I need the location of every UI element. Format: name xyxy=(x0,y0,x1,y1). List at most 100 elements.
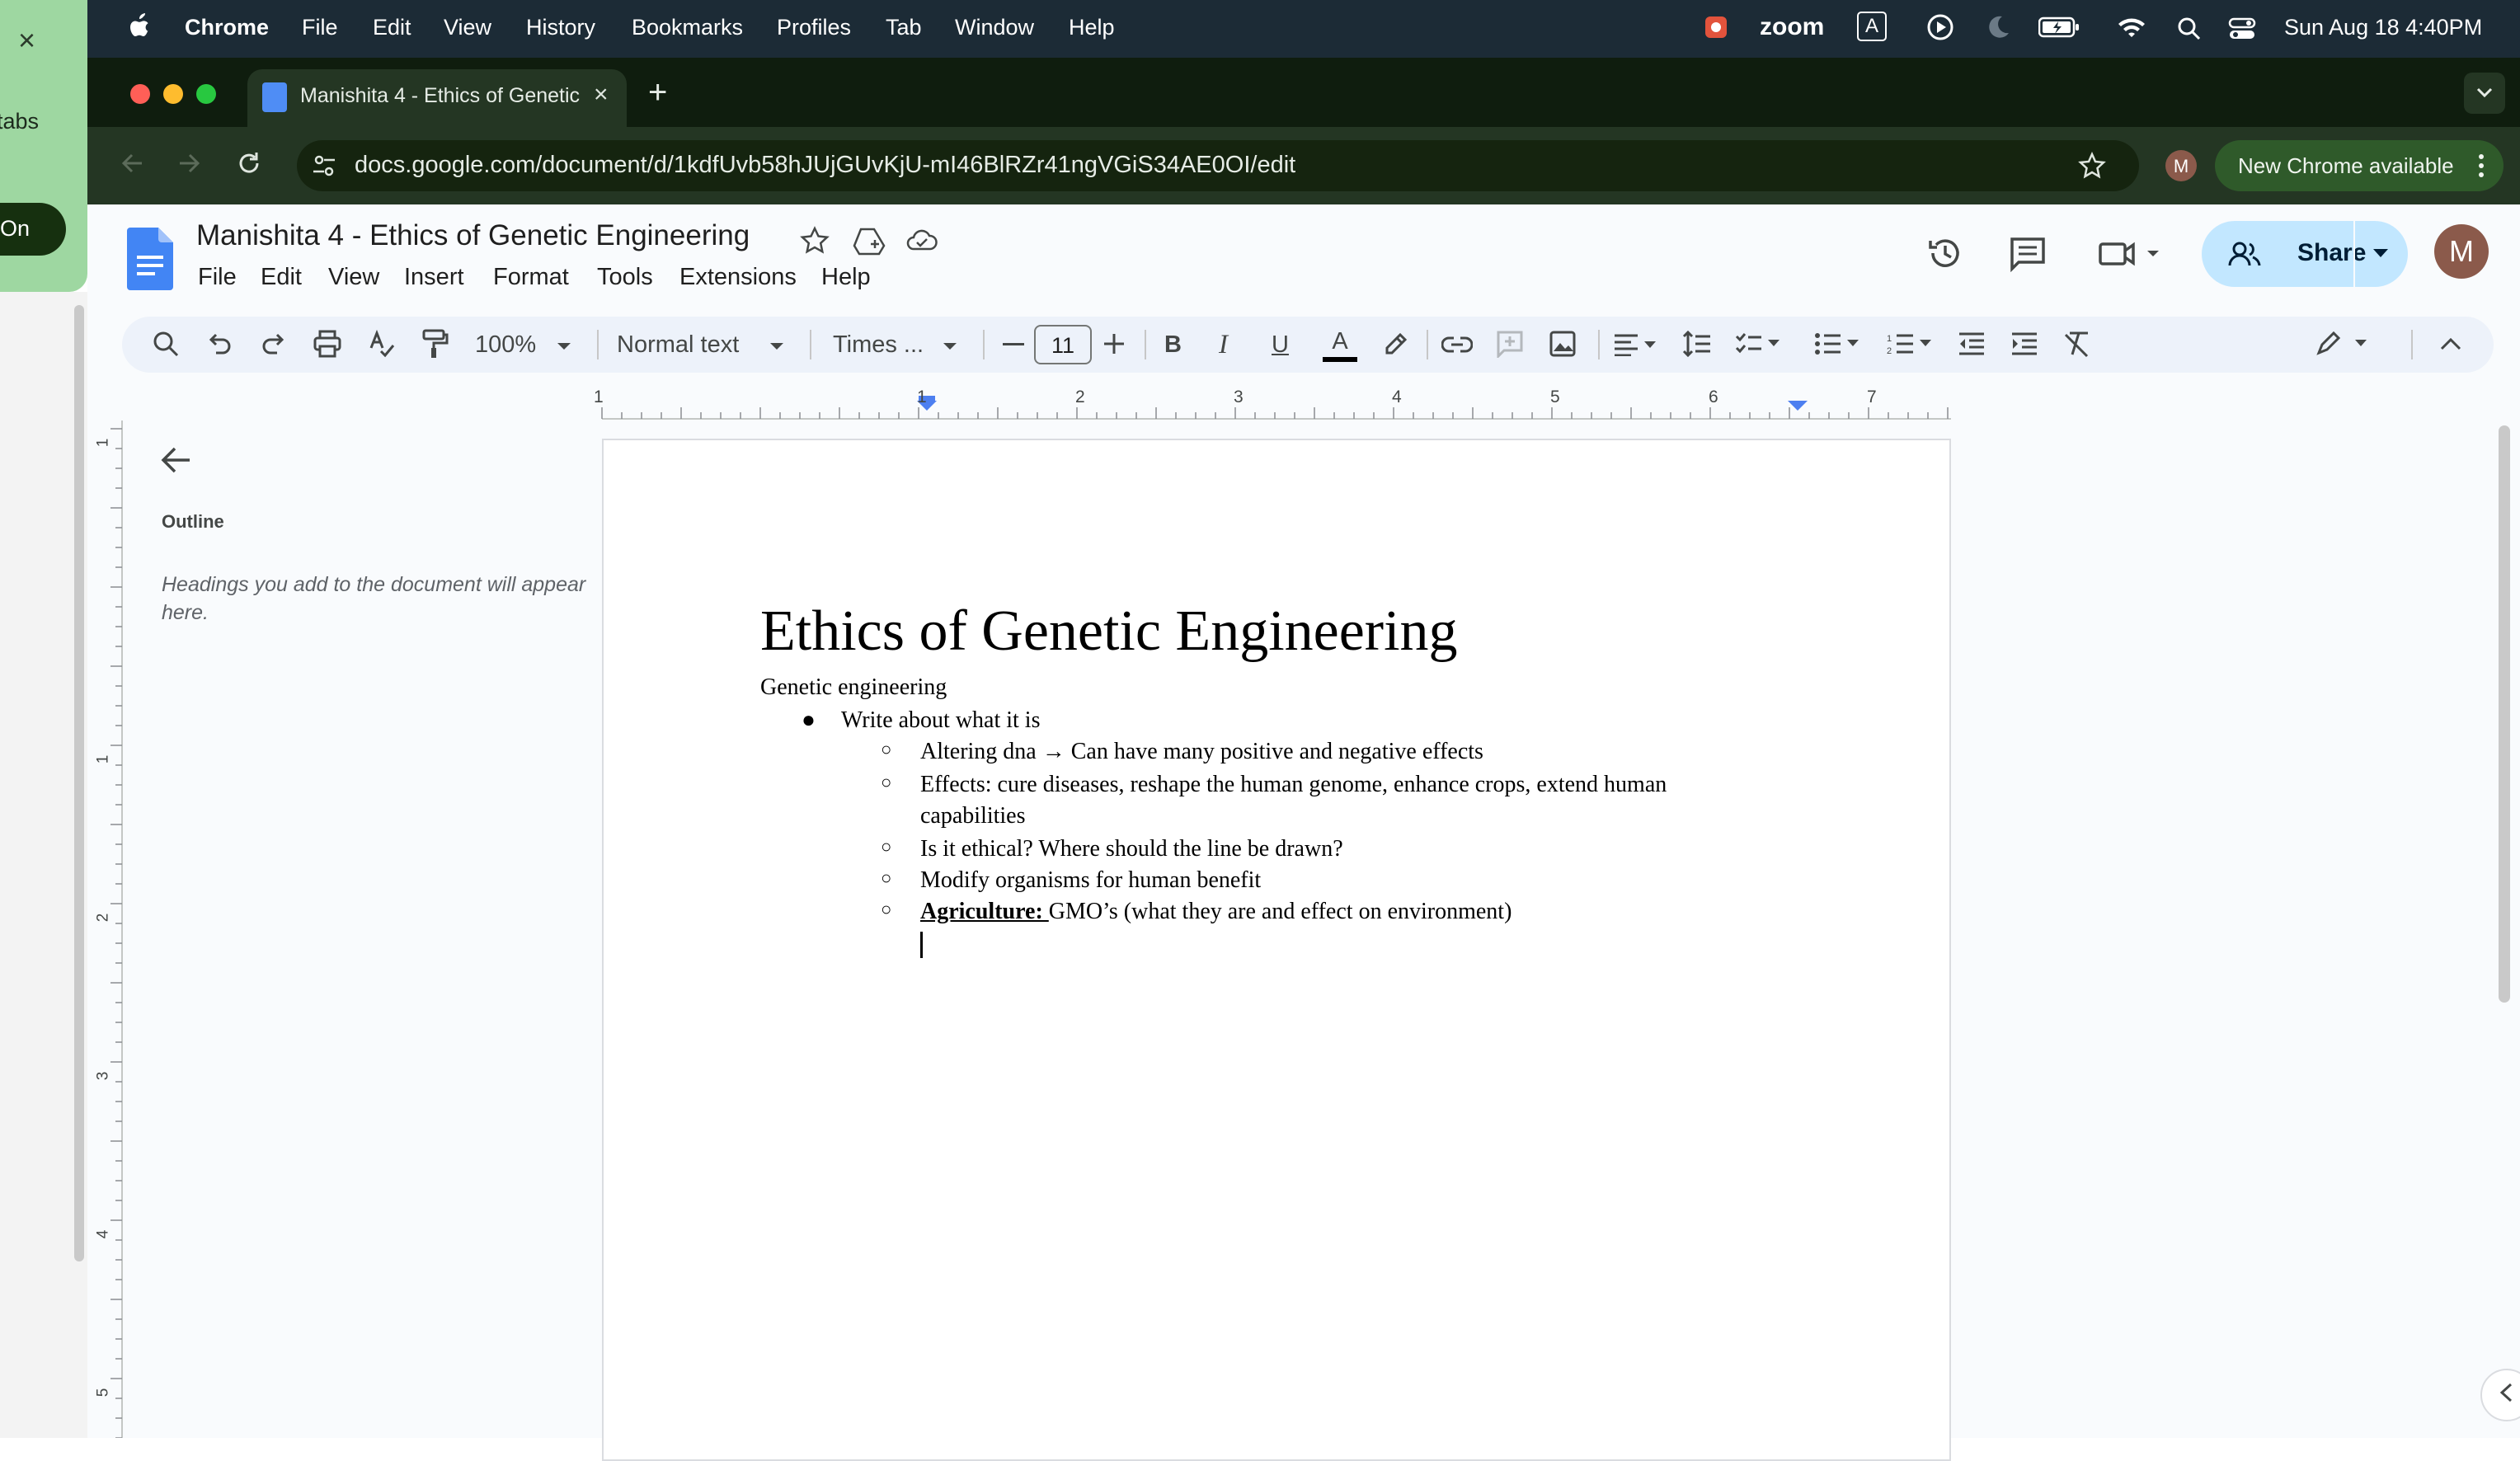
profile-avatar[interactable]: M xyxy=(2165,150,2197,181)
style-dropdown-icon[interactable] xyxy=(769,341,785,351)
zoom-status-item[interactable]: zoom xyxy=(1760,13,1824,41)
site-info-icon[interactable] xyxy=(312,153,336,178)
increase-font-size-icon[interactable] xyxy=(1103,333,1125,355)
menubar-view[interactable]: View xyxy=(444,15,491,40)
numbered-list-icon[interactable]: 12 xyxy=(1887,331,1936,356)
italic-button[interactable]: I xyxy=(1219,330,1228,360)
line-spacing-icon[interactable] xyxy=(1682,330,1712,358)
undo-icon[interactable] xyxy=(208,331,233,356)
font-select[interactable]: Times ... xyxy=(833,331,924,359)
browser-tab-active[interactable]: Manishita 4 - Ethics of Genetic Engineer… xyxy=(247,69,627,127)
comments-icon[interactable] xyxy=(2009,236,2047,272)
input-source-indicator[interactable]: A xyxy=(1857,12,1888,41)
moon-icon[interactable] xyxy=(1986,13,2010,40)
window-zoom-button[interactable] xyxy=(196,84,216,104)
insert-image-icon[interactable] xyxy=(1549,330,1577,358)
star-icon[interactable] xyxy=(800,226,830,256)
align-icon[interactable] xyxy=(1613,333,1659,356)
document-heading[interactable]: Ethics of Genetic Engineering xyxy=(760,599,1458,665)
increase-indent-icon[interactable] xyxy=(2010,331,2038,356)
kebab-menu-icon[interactable] xyxy=(2477,153,2485,178)
bold-button[interactable]: B xyxy=(1164,331,1182,359)
forward-arrow-icon[interactable] xyxy=(176,150,203,176)
battery-icon[interactable] xyxy=(2038,16,2080,40)
document-subheading[interactable]: Genetic engineering xyxy=(760,674,947,701)
search-menus-icon[interactable] xyxy=(152,330,180,358)
list-item-level2[interactable]: Effects: cure diseases, reshape the huma… xyxy=(920,772,1667,798)
menubar-bookmarks[interactable]: Bookmarks xyxy=(632,15,743,40)
bookmark-star-icon[interactable] xyxy=(2078,152,2106,180)
clear-formatting-icon[interactable] xyxy=(2063,330,2091,358)
tab-close-icon[interactable]: × xyxy=(594,81,609,109)
new-tab-button[interactable]: + xyxy=(648,74,667,111)
docs-menu-file[interactable]: File xyxy=(198,264,237,291)
redo-icon[interactable] xyxy=(261,331,285,356)
vertical-ruler[interactable]: 1 1 2 3 4 5 xyxy=(87,420,124,1438)
insert-link-icon[interactable] xyxy=(1441,335,1473,355)
zoom-select[interactable]: 100% xyxy=(475,331,536,359)
account-avatar[interactable]: M xyxy=(2434,224,2489,279)
docs-menu-extensions[interactable]: Extensions xyxy=(679,264,797,291)
menubar-file[interactable]: File xyxy=(302,15,338,40)
google-docs-logo-icon[interactable] xyxy=(127,228,173,290)
text-color-button[interactable]: A xyxy=(1323,328,1357,362)
menubar-app-name[interactable]: Chrome xyxy=(185,15,269,40)
menubar-edit[interactable]: Edit xyxy=(373,15,411,40)
print-icon[interactable] xyxy=(313,330,341,358)
control-center-icon[interactable] xyxy=(2228,16,2256,41)
window-minimize-button[interactable] xyxy=(163,84,183,104)
screen-record-icon[interactable] xyxy=(1704,15,1728,40)
move-to-drive-icon[interactable] xyxy=(853,226,886,256)
apple-icon[interactable] xyxy=(127,12,152,40)
popup-close-icon[interactable]: × xyxy=(18,23,35,58)
menubar-window[interactable]: Window xyxy=(955,15,1034,40)
checklist-icon[interactable] xyxy=(1735,331,1784,356)
docs-menu-help[interactable]: Help xyxy=(821,264,871,291)
menubar-tab[interactable]: Tab xyxy=(886,15,922,40)
version-history-icon[interactable] xyxy=(1926,234,1964,272)
decrease-font-size-icon[interactable] xyxy=(1003,343,1024,346)
add-comment-icon[interactable] xyxy=(1496,330,1524,358)
menubar-history[interactable]: History xyxy=(526,15,595,40)
list-item-agriculture[interactable]: Agriculture: GMO’s (what they are and ef… xyxy=(920,899,1512,925)
decrease-indent-icon[interactable] xyxy=(1958,331,1986,356)
left-scrollbar[interactable] xyxy=(74,305,84,1261)
cloud-saved-icon[interactable] xyxy=(905,228,938,254)
play-icon[interactable] xyxy=(1926,13,1954,41)
close-outline-arrow-icon[interactable] xyxy=(160,445,193,475)
tab-search-button[interactable] xyxy=(2464,73,2505,114)
list-item-level1[interactable]: Write about what it is xyxy=(841,707,1041,734)
font-dropdown-icon[interactable] xyxy=(942,341,958,351)
paragraph-style-select[interactable]: Normal text xyxy=(617,331,739,359)
address-bar[interactable]: docs.google.com/document/d/1kdfUvb58hJUj… xyxy=(297,140,2139,191)
underline-button[interactable]: U xyxy=(1272,331,1289,359)
window-close-button[interactable] xyxy=(130,84,150,104)
paint-format-icon[interactable] xyxy=(421,328,449,359)
docs-menu-edit[interactable]: Edit xyxy=(261,264,302,291)
list-item-level2[interactable]: Is it ethical? Where should the line be … xyxy=(920,836,1343,862)
zoom-dropdown-icon[interactable] xyxy=(556,341,572,351)
spellcheck-icon[interactable] xyxy=(368,330,396,358)
docs-menu-view[interactable]: View xyxy=(328,264,379,291)
font-size-input[interactable]: 11 xyxy=(1034,325,1092,364)
new-chrome-available-button[interactable]: New Chrome available xyxy=(2215,140,2504,191)
spotlight-search-icon[interactable] xyxy=(2177,16,2202,41)
hide-menus-chevron-icon[interactable] xyxy=(2439,336,2462,351)
docs-menu-format[interactable]: Format xyxy=(493,264,569,291)
document-scrollbar[interactable] xyxy=(2499,425,2510,1003)
highlight-color-icon[interactable] xyxy=(1380,328,1408,356)
docs-menu-insert[interactable]: Insert xyxy=(404,264,464,291)
editing-mode-icon[interactable] xyxy=(2315,330,2373,358)
docs-menu-tools[interactable]: Tools xyxy=(597,264,653,291)
list-item-level2[interactable]: Modify organisms for human benefit xyxy=(920,867,1261,894)
popup-on-button[interactable]: On xyxy=(0,203,66,256)
list-item-level2[interactable]: Altering dna → Can have many positive an… xyxy=(920,739,1483,765)
document-page[interactable] xyxy=(602,439,1951,1461)
list-item-level2-continuation[interactable]: capabilities xyxy=(920,803,1026,829)
back-arrow-icon[interactable] xyxy=(119,150,145,176)
share-dropdown-icon[interactable] xyxy=(2372,247,2390,259)
menubar-help[interactable]: Help xyxy=(1069,15,1115,40)
right-indent-marker[interactable] xyxy=(1788,401,1808,411)
document-title[interactable]: Manishita 4 - Ethics of Genetic Engineer… xyxy=(196,219,750,252)
wifi-icon[interactable] xyxy=(2116,15,2147,40)
